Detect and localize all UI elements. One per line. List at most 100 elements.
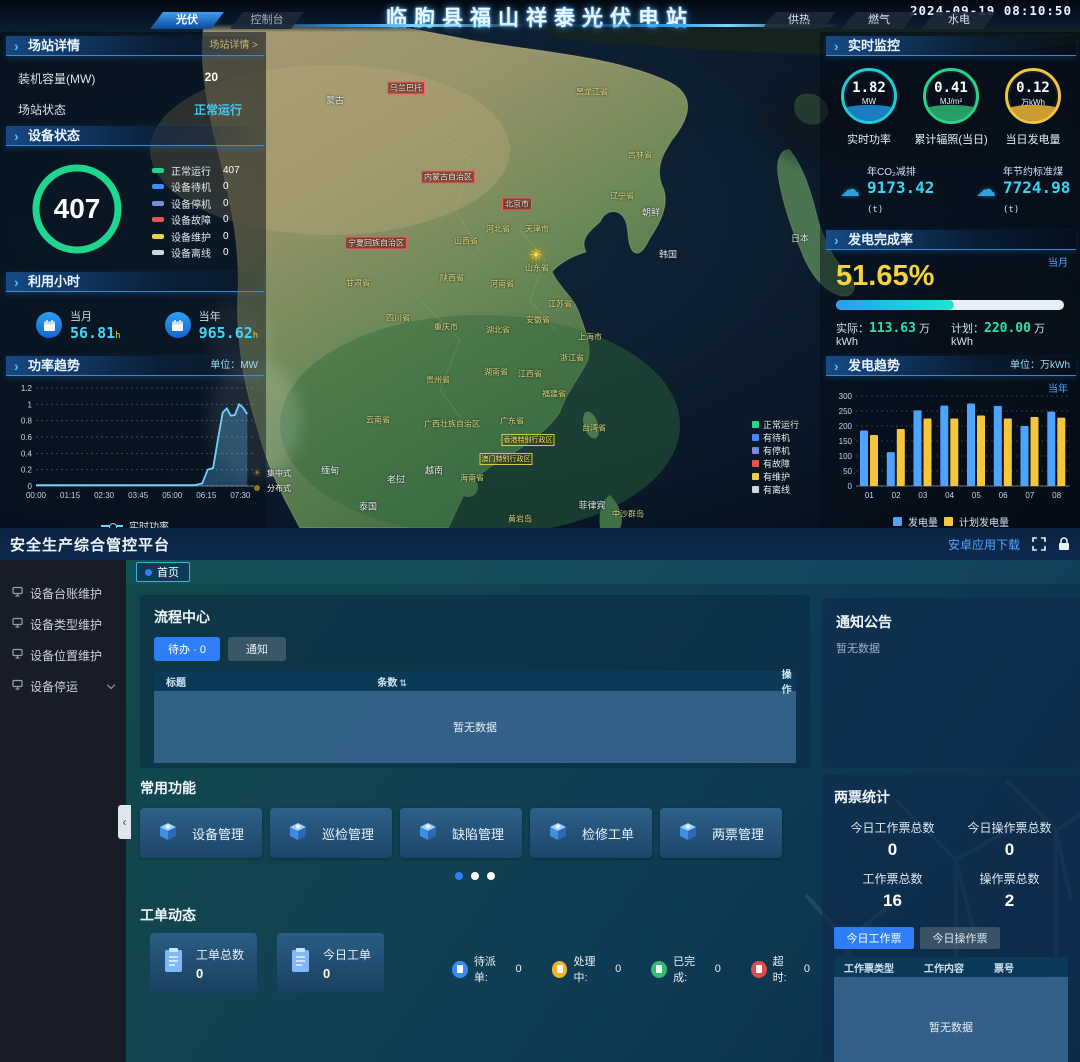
legend-chip-icon xyxy=(752,460,759,467)
station-marker-sun-icon[interactable]: ☀ xyxy=(529,246,542,264)
work-order-card-工单总数[interactable]: 工单总数0 xyxy=(150,933,257,993)
gauge-ring: 0.41MJ/m² xyxy=(923,68,979,124)
sidebar-item-设备停运[interactable]: 设备停运 xyxy=(0,673,126,699)
status-待派单: 待派单:0 xyxy=(452,953,522,985)
tab-光伏[interactable]: 光伏 xyxy=(150,12,224,29)
panel-utilization-header: 利用小时 xyxy=(6,272,264,292)
quick-tile-检修工单[interactable]: 检修工单 xyxy=(530,808,652,858)
carousel-dot[interactable] xyxy=(487,872,495,880)
map-label-江西省: 江西省 xyxy=(518,369,542,380)
sidebar-item-设备位置维护[interactable]: 设备位置维护 xyxy=(0,642,126,668)
legend-label: 正常运行 xyxy=(171,163,223,178)
map-status-legend-item: 有离线 xyxy=(752,483,799,496)
tab-今日工作票[interactable]: 今日工作票 xyxy=(834,927,914,949)
device-legend-item: 设备维护0 xyxy=(152,228,240,245)
sidebar-item-设备类型维护[interactable]: 设备类型维护 xyxy=(0,611,126,637)
map-label-黑龙江省: 黑龙江省 xyxy=(576,87,608,98)
tab-今日操作票[interactable]: 今日操作票 xyxy=(920,927,1000,949)
legend-chip-icon xyxy=(152,250,164,255)
tab-燃气[interactable]: 燃气 xyxy=(842,12,916,29)
station-detail-link[interactable]: 场站详情 > xyxy=(209,36,258,56)
work-order-card-text: 今日工单 0 xyxy=(323,946,371,981)
col-条数[interactable]: 条数⇅ xyxy=(313,674,472,689)
work-order-card-value: 0 xyxy=(196,966,244,981)
fullscreen-icon[interactable] xyxy=(1032,537,1046,551)
notice-title: 通知公告 xyxy=(836,612,1066,632)
svg-text:0.6: 0.6 xyxy=(21,433,33,442)
svg-text:150: 150 xyxy=(839,437,853,446)
power-trend-unit: 单位：MW xyxy=(210,356,258,376)
legend-label: 设备待机 xyxy=(171,179,223,194)
map-label-缅甸: 缅甸 xyxy=(321,464,339,477)
quick-tile-设备管理[interactable]: 设备管理 xyxy=(140,808,262,858)
carousel-dot[interactable] xyxy=(455,872,463,880)
ticket-stats-title: 两票统计 xyxy=(834,787,1068,807)
quick-tile-缺陷管理[interactable]: 缺陷管理 xyxy=(400,808,522,858)
utilization-text: 当年965.62h xyxy=(199,308,259,342)
station-detail-label: 场站状态 xyxy=(18,101,66,118)
gen-trend-unit: 单位：万kWh xyxy=(1010,356,1070,376)
map-label-云南省: 云南省 xyxy=(366,415,390,426)
line-legend-glyph xyxy=(101,525,123,527)
utilization-value: 56.81h xyxy=(70,324,121,342)
notice-button[interactable]: 通知 xyxy=(228,637,286,661)
sort-arrows-icon[interactable]: ⇅ xyxy=(399,678,407,688)
platform-content: 首页 流程中心 待办 · 0 通知 标题条数⇅操作 暂无数据 常用功能 设备管理… xyxy=(126,560,1080,1062)
panel-process-center: 流程中心 待办 · 0 通知 标题条数⇅操作 暂无数据 xyxy=(140,595,810,768)
ticket-stat-value: 16 xyxy=(834,891,951,911)
map-label-黄岩岛: 黄岩岛 xyxy=(508,514,532,525)
quick-tile-两票管理[interactable]: 两票管理 xyxy=(660,808,782,858)
map-status-legend-item: 正常运行 xyxy=(752,418,799,431)
col-标题: 标题 xyxy=(154,674,313,689)
sidebar-item-label: 设备位置维护 xyxy=(30,647,102,664)
svg-text:00:00: 00:00 xyxy=(26,491,47,500)
tab-home[interactable]: 首页 xyxy=(136,562,190,582)
sidebar-item-设备台账维护[interactable]: 设备台账维护 xyxy=(0,580,126,606)
svg-text:300: 300 xyxy=(839,392,853,401)
sidebar-collapse-handle[interactable]: ‹ xyxy=(118,805,131,839)
work-order-card-今日工单[interactable]: 今日工单 0 xyxy=(277,933,384,993)
svg-text:1: 1 xyxy=(28,400,33,409)
android-download-link[interactable]: 安卓应用下载 xyxy=(948,536,1020,553)
status-value: 0 xyxy=(515,963,521,975)
legend-label: 有维护 xyxy=(763,470,790,483)
env-stat: ☁年节约标准煤7724.98 (t) xyxy=(976,163,1076,216)
legend-label: 分布式 xyxy=(267,483,291,494)
ticket-stat-label: 操作票总数 xyxy=(951,870,1068,887)
ticket-stat-label: 工作票总数 xyxy=(834,870,951,887)
work-order-card-label: 今日工单 xyxy=(323,946,371,963)
station-detail-row: 装机容量(MW)20 xyxy=(6,70,264,87)
cube-3d-icon xyxy=(674,817,702,850)
document-icon xyxy=(289,947,313,980)
work-order-card-value: 0 xyxy=(323,966,371,981)
svg-text:0: 0 xyxy=(28,482,33,491)
panel-realtime-header: 实时监控 xyxy=(826,36,1076,56)
tab-供热[interactable]: 供热 xyxy=(762,12,836,29)
tab-控制台[interactable]: 控制台 xyxy=(230,12,304,29)
clipboard-glyph xyxy=(457,965,463,973)
process-table-header: 标题条数⇅操作 xyxy=(154,671,796,691)
ticket-stat-value: 0 xyxy=(951,840,1068,860)
ticket-stat-label: 今日工作票总数 xyxy=(834,819,951,836)
quick-tile-巡检管理[interactable]: 巡检管理 xyxy=(270,808,392,858)
device-legend-item: 设备故障0 xyxy=(152,212,240,229)
legend-chip-icon xyxy=(752,421,759,428)
device-legend-item: 设备停机0 xyxy=(152,195,240,212)
svg-text:05:00: 05:00 xyxy=(162,491,183,500)
plan-value: 220.00 xyxy=(984,321,1031,336)
legend-chip-icon xyxy=(152,217,164,222)
carousel-dot[interactable] xyxy=(471,872,479,880)
tab-水电[interactable]: 水电 xyxy=(922,12,996,29)
svg-text:0.4: 0.4 xyxy=(21,449,33,458)
tabs-right: 供热燃气水电 xyxy=(762,12,996,29)
env-text: 年CO₂减排9173.42 (t) xyxy=(867,163,940,216)
ticket-table-header: 工作票类型工作内容票号 xyxy=(834,957,1068,977)
cube-3d-icon xyxy=(414,817,442,850)
legend-label: 设备维护 xyxy=(171,229,223,244)
todo-button[interactable]: 待办 · 0 xyxy=(154,637,220,661)
legend-chip-icon xyxy=(752,434,759,441)
map-label-四川省: 四川省 xyxy=(386,313,410,324)
panel-completion-header: 发电完成率 xyxy=(826,230,1076,250)
lock-icon[interactable] xyxy=(1058,537,1070,551)
svg-text:02:30: 02:30 xyxy=(94,491,115,500)
